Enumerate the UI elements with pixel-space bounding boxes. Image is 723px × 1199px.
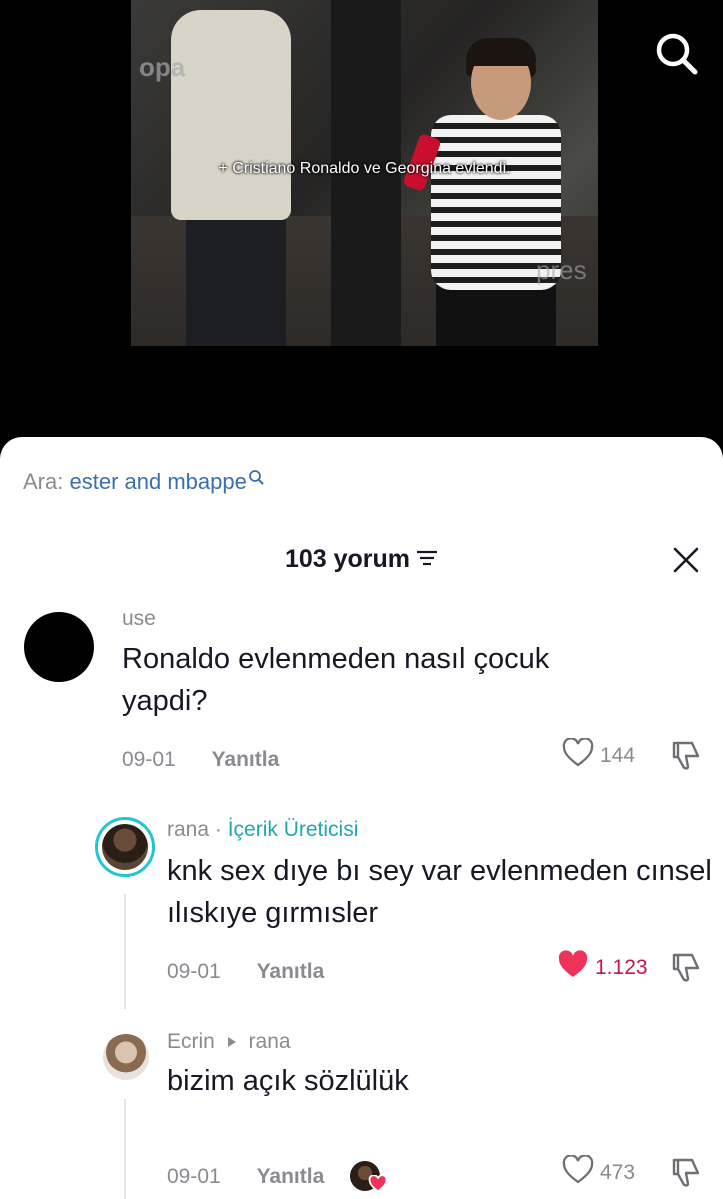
search-icon[interactable] xyxy=(653,30,701,78)
dislike-icon[interactable] xyxy=(668,950,702,984)
video-caption: + Cristiano Ronaldo ve Georgina evlendi. xyxy=(218,160,511,177)
comment-meta: 09-01 Yanıtla xyxy=(122,748,279,772)
like-button[interactable]: 473 xyxy=(562,1154,636,1190)
creator-badge: İçerik Üreticisi xyxy=(227,818,359,841)
comment-username-line: rana · İçerik Üreticisi xyxy=(167,818,358,842)
search-suggestion-prefix: Ara: xyxy=(23,469,64,494)
sort-icon[interactable] xyxy=(416,545,438,574)
comments-header: 103 yorum xyxy=(0,545,723,574)
heart-filled-icon xyxy=(557,950,589,985)
video-player[interactable]: opa pres + Cristiano Ronaldo ve Georgina… xyxy=(131,0,598,346)
comment-username[interactable]: use xyxy=(122,607,156,631)
comments-sheet: Ara: ester and mbappe 103 yorum use Rona… xyxy=(0,437,723,1199)
comment-username[interactable]: Ecrin xyxy=(167,1030,215,1053)
creator-liked-badge xyxy=(350,1161,388,1195)
like-count: 1.123 xyxy=(595,955,648,979)
comment-text: bizim açık sözlülük xyxy=(167,1065,409,1097)
like-button[interactable]: 1.123 xyxy=(557,950,648,985)
video-person-left-legs xyxy=(186,215,286,346)
heart-icon xyxy=(562,1154,594,1190)
thread-line xyxy=(124,1099,126,1199)
mini-heart-icon xyxy=(368,1174,388,1198)
search-suggestion-query[interactable]: ester and mbappe xyxy=(69,469,246,494)
like-button[interactable]: 144 xyxy=(562,737,636,773)
avatar-image xyxy=(102,824,148,870)
close-icon[interactable] xyxy=(671,545,701,575)
comments-count-title: 103 yorum xyxy=(284,545,411,573)
reply-button[interactable]: Yanıtla xyxy=(212,748,280,771)
comment-username[interactable]: rana xyxy=(167,818,209,841)
comment-meta: 09-01 Yanıtla xyxy=(167,1165,324,1189)
video-watermark-top: opa xyxy=(139,52,186,82)
dislike-icon[interactable] xyxy=(668,1155,702,1189)
comment-meta: 09-01 Yanıtla xyxy=(167,960,324,984)
username-separator: · xyxy=(209,818,228,841)
avatar[interactable] xyxy=(24,612,94,682)
heart-icon xyxy=(562,737,594,773)
avatar[interactable] xyxy=(95,817,155,877)
video-person-left xyxy=(171,10,291,220)
comment-date: 09-01 xyxy=(167,960,221,983)
comment-username-line: Ecrin rana xyxy=(167,1030,291,1054)
search-suggestion[interactable]: Ara: ester and mbappe xyxy=(23,469,264,495)
reply-arrow-icon xyxy=(221,1030,243,1053)
search-small-icon xyxy=(247,469,264,494)
like-count: 473 xyxy=(600,1160,636,1184)
video-person-right-legs xyxy=(436,285,556,346)
reply-button[interactable]: Yanıtla xyxy=(257,1165,325,1188)
avatar[interactable] xyxy=(103,1034,149,1080)
comment-date: 09-01 xyxy=(167,1165,221,1188)
reply-button[interactable]: Yanıtla xyxy=(257,960,325,983)
thread-line xyxy=(124,894,126,1009)
video-person-right-hair-top xyxy=(466,38,536,66)
like-count: 144 xyxy=(600,743,636,767)
comment-text: Ronaldo evlenmeden nasıl çocuk yapdi? xyxy=(122,643,550,717)
comment-text: knk sex dıye bı sey var evlenmeden cınse… xyxy=(167,855,712,929)
dislike-icon[interactable] xyxy=(668,738,702,772)
reply-to-username[interactable]: rana xyxy=(249,1030,291,1053)
comment-date: 09-01 xyxy=(122,748,176,771)
video-watermark-bottom: pres xyxy=(536,255,587,285)
